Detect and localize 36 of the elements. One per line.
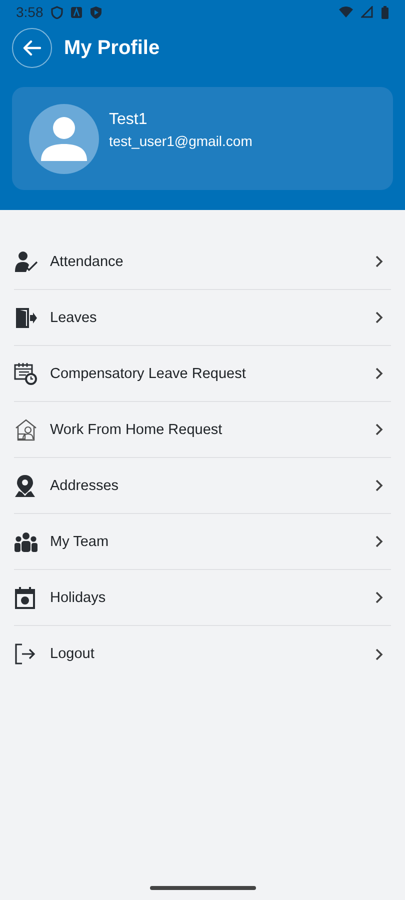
logout-icon — [14, 643, 36, 665]
chevron-right-icon — [375, 648, 383, 660]
chevron-right-icon — [375, 535, 383, 548]
chevron-right-icon — [375, 479, 383, 492]
menu-item[interactable]: My Team — [14, 514, 391, 570]
calendar-clock-icon — [14, 362, 38, 386]
wifi-icon — [339, 6, 353, 18]
shield-play-icon — [90, 6, 102, 18]
chevron-right-icon — [375, 311, 383, 324]
menu-item[interactable]: Logout — [14, 626, 391, 682]
group-icon — [14, 532, 38, 552]
avatar-icon — [29, 104, 99, 174]
chevron-right-icon — [375, 255, 383, 268]
screen-title: My Profile — [64, 36, 160, 60]
chevron-right-icon — [375, 591, 383, 604]
menu-item[interactable]: Work From Home Request — [14, 402, 391, 458]
menu-item[interactable]: Addresses — [14, 458, 391, 514]
location-pin-icon — [14, 474, 36, 498]
menu-item[interactable]: Attendance — [14, 234, 391, 290]
user-name: Test1 — [109, 111, 148, 129]
signal-icon — [361, 6, 373, 18]
status-time: 3:58 — [16, 4, 44, 20]
shield-icon — [51, 6, 64, 18]
back-arrow-icon — [23, 40, 41, 56]
chevron-right-icon — [375, 423, 383, 436]
back-button[interactable] — [12, 28, 52, 68]
menu-item[interactable]: Compensatory Leave Request — [14, 346, 391, 402]
menu-item[interactable]: Holidays — [14, 570, 391, 626]
user-email: test_user1@gmail.com — [109, 133, 252, 149]
chevron-right-icon — [375, 367, 383, 380]
door-exit-icon — [14, 306, 38, 330]
house-laptop-icon — [14, 418, 38, 442]
calendar-icon — [14, 586, 36, 610]
menu-item[interactable]: Leaves — [14, 290, 391, 346]
person-check-icon — [14, 250, 38, 272]
battery-icon — [381, 6, 389, 18]
